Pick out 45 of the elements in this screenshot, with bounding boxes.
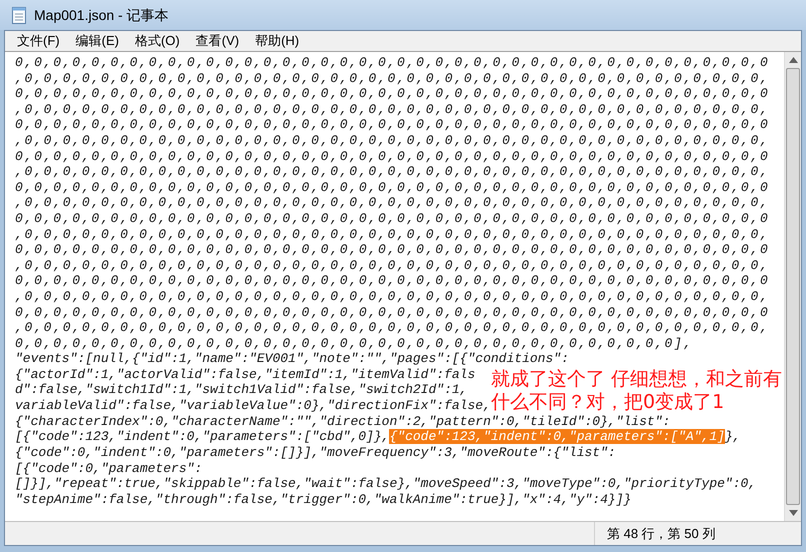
code-text: {"code":0,"indent":0,"parameters":[]}],"moveFrequency":3,"moveRoute":{"list": <box>15 445 616 460</box>
code-text: "events":[null,{"id":1,"name":"EV001","note":"","pages":[{"conditions": <box>15 351 569 366</box>
code-text: []}],"repeat":true,"skippable":false,"wait":false},"moveSpeed":3,"moveType":0,"priorityType":0, <box>15 476 756 492</box>
annotation-text: 就成了这个了 仔细想想，和之前有 <box>491 368 782 391</box>
code-text: 0,0,0,0,0,0,0,0,0,0,0,0,0,0,0,0,0,0,0,0,0,0,0,0,0,0,0,0,0,0,0,0,0,0,0,0,0,0,0,0 <box>15 242 770 258</box>
code-text: {"characterIndex":0,"characterName":"","direction":2,"pattern":0,"tileId":0},"list": <box>15 414 670 429</box>
code-text: }, <box>724 429 741 444</box>
menu-item[interactable]: 查看(V) <box>190 32 246 50</box>
code-text: 0,0,0,0,0,0,0,0,0,0,0,0,0,0,0,0,0,0,0,0,0,0,0,0,0,0,0,0,0,0,0,0,0,0,0,0,0,0,0,0 <box>15 55 770 70</box>
code-text: 0,0,0,0,0,0,0,0,0,0,0,0,0,0,0,0,0,0,0,0,0,0,0,0,0,0,0,0,0,0,0,0,0,0,0,0,0,0,0,0 <box>15 86 770 102</box>
scroll-down-icon[interactable] <box>788 510 798 516</box>
code-text: [{"code":123,"indent":0,"parameters":["cbd",0]}, <box>15 429 390 444</box>
cursor-position: 第 48 行，第 50 列 <box>606 524 716 543</box>
scroll-up-icon[interactable] <box>788 57 798 63</box>
notepad-icon <box>12 6 26 24</box>
code-text: {"actorId":1,"actorValid":false,"itemId":1,"itemValid":fals <box>15 366 476 382</box>
code-text: 0,0,0,0,0,0,0,0,0,0,0,0,0,0,0,0,0,0,0,0,0,0,0,0,0,0,0,0,0,0,0,0,0,0,0], <box>15 336 694 351</box>
code-text: ,0,0,0,0,0,0,0,0,0,0,0,0,0,0,0,0,0,0,0,0,0,0,0,0,0,0,0,0,0,0,0,0,0,0,0,0,0,0,0, <box>15 288 770 304</box>
code-text: ,0,0,0,0,0,0,0,0,0,0,0,0,0,0,0,0,0,0,0,0,0,0,0,0,0,0,0,0,0,0,0,0,0,0,0,0,0,0,0, <box>15 132 770 148</box>
code-text: ,0,0,0,0,0,0,0,0,0,0,0,0,0,0,0,0,0,0,0,0,0,0,0,0,0,0,0,0,0,0,0,0,0,0,0,0,0,0,0, <box>15 195 770 210</box>
code-text: 0,0,0,0,0,0,0,0,0,0,0,0,0,0,0,0,0,0,0,0,0,0,0,0,0,0,0,0,0,0,0,0,0,0,0,0,0,0,0,0 <box>15 304 770 320</box>
code-text: "stepAnime":false,"through":false,"trigger":0,"walkAnime":true}],"x":4,"y":4}]} <box>15 492 632 507</box>
annotation-text: 什么不同？对，把0变成了1 <box>491 390 726 414</box>
code-text: ,0,0,0,0,0,0,0,0,0,0,0,0,0,0,0,0,0,0,0,0,0,0,0,0,0,0,0,0,0,0,0,0,0,0,0,0,0,0,0, <box>15 102 770 117</box>
window-title: Map001.json - 记事本 <box>34 6 169 25</box>
selected-text: {"code":123,"indent":0,"parameters":["A",1] <box>389 429 725 444</box>
code-text: ,0,0,0,0,0,0,0,0,0,0,0,0,0,0,0,0,0,0,0,0,0,0,0,0,0,0,0,0,0,0,0,0,0,0,0,0,0,0,0, <box>15 70 770 86</box>
code-text: ,0,0,0,0,0,0,0,0,0,0,0,0,0,0,0,0,0,0,0,0,0,0,0,0,0,0,0,0,0,0,0,0,0,0,0,0,0,0,0, <box>15 320 770 336</box>
vertical-scrollbar[interactable] <box>784 52 801 521</box>
code-text: ,0,0,0,0,0,0,0,0,0,0,0,0,0,0,0,0,0,0,0,0,0,0,0,0,0,0,0,0,0,0,0,0,0,0,0,0,0,0,0, <box>15 164 770 180</box>
code-text: [{"code":0,"parameters": <box>15 460 202 476</box>
menu-item[interactable]: 帮助(H) <box>249 32 306 50</box>
code-text: ,0,0,0,0,0,0,0,0,0,0,0,0,0,0,0,0,0,0,0,0,0,0,0,0,0,0,0,0,0,0,0,0,0,0,0,0,0,0,0, <box>15 258 770 273</box>
menu-item[interactable]: 编辑(E) <box>70 32 125 50</box>
scrollbar-thumb[interactable] <box>786 68 800 505</box>
code-text: d":false,"switch1Id":1,"switch1Valid":false,"switch2Id":1, <box>15 382 468 398</box>
code-text: ,0,0,0,0,0,0,0,0,0,0,0,0,0,0,0,0,0,0,0,0,0,0,0,0,0,0,0,0,0,0,0,0,0,0,0,0,0,0,0, <box>15 226 770 242</box>
code-text: variableValid":false,"variableValue":0},"directionFix":false, <box>15 398 491 414</box>
code-text: 0,0,0,0,0,0,0,0,0,0,0,0,0,0,0,0,0,0,0,0,0,0,0,0,0,0,0,0,0,0,0,0,0,0,0,0,0,0,0,0 <box>15 180 770 195</box>
code-text: 0,0,0,0,0,0,0,0,0,0,0,0,0,0,0,0,0,0,0,0,0,0,0,0,0,0,0,0,0,0,0,0,0,0,0,0,0,0,0,0 <box>15 148 770 164</box>
code-text: 0,0,0,0,0,0,0,0,0,0,0,0,0,0,0,0,0,0,0,0,0,0,0,0,0,0,0,0,0,0,0,0,0,0,0,0,0,0,0,0 <box>15 117 770 132</box>
code-text: 0,0,0,0,0,0,0,0,0,0,0,0,0,0,0,0,0,0,0,0,0,0,0,0,0,0,0,0,0,0,0,0,0,0,0,0,0,0,0,0 <box>15 273 770 288</box>
menu-item[interactable]: 文件(F) <box>11 32 66 50</box>
code-text: 0,0,0,0,0,0,0,0,0,0,0,0,0,0,0,0,0,0,0,0,0,0,0,0,0,0,0,0,0,0,0,0,0,0,0,0,0,0,0,0 <box>15 210 770 226</box>
menu-item[interactable]: 格式(O) <box>128 32 186 50</box>
